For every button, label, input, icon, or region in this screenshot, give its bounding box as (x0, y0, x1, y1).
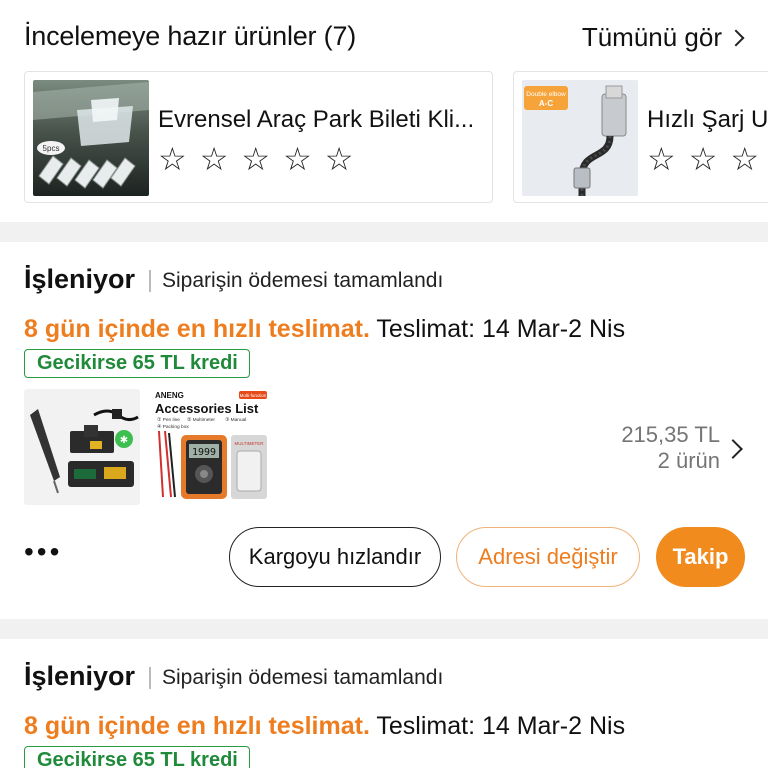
status-separator (149, 270, 151, 292)
accessory-item-1: ① Pen line (157, 417, 180, 423)
late-credit-badge: Gecikirse 65 TL kredi (24, 746, 250, 768)
late-credit-badge: Gecikirse 65 TL kredi (24, 349, 250, 378)
speed-up-shipping-button[interactable]: Kargoyu hızlandır (229, 527, 441, 587)
star-icon[interactable]: ☆ (241, 143, 270, 175)
star-icon[interactable]: ☆ (325, 143, 354, 175)
product-name: Evrensel Araç Park Bileti Kli... (158, 106, 475, 133)
badge-line2: A-C (539, 99, 553, 108)
delivery-info: 8 gün içinde en hızlı teslimat. Teslimat… (24, 712, 625, 741)
see-all-link[interactable]: Tümünü gör (581, 22, 745, 53)
status-separator (149, 667, 151, 689)
star-icon[interactable]: ☆ (158, 143, 187, 175)
accessory-item-2: ② Multimeter (187, 417, 215, 423)
star-icon[interactable]: ☆ (200, 143, 229, 175)
fast-delivery-text: 8 gün içinde en hızlı teslimat. (24, 315, 370, 343)
meter-screen-text: 1999 (192, 447, 216, 458)
order-card[interactable]: İşleniyor Siparişin ödemesi tamamlandı 8… (0, 242, 768, 619)
review-product-card[interactable]: 5pcs Evrensel Araç Park Bileti Kli... ☆ … (24, 71, 493, 203)
order-summary[interactable]: 215,35 TL 2 ürün (621, 422, 720, 474)
star-icon[interactable]: ☆ (730, 143, 759, 175)
order-price: 215,35 TL (621, 422, 720, 447)
order-card[interactable]: İşleniyor Siparişin ödemesi tamamlandı 8… (0, 639, 768, 768)
product-image-parking-clip: 5pcs (33, 80, 149, 196)
accessory-brand: ANENG (155, 391, 184, 400)
change-address-button[interactable]: Adresi değiştir (456, 527, 640, 587)
see-all-label: Tümünü gör (581, 22, 722, 52)
rating-stars[interactable]: ☆ ☆ ☆ ☆ ☆ (158, 143, 353, 175)
star-icon[interactable]: ☆ (647, 143, 676, 175)
delivery-date: Teslimat: 14 Mar-2 Nis (369, 315, 626, 343)
order-status: İşleniyor (24, 661, 136, 691)
section-divider (0, 619, 768, 639)
order-item-count: 2 ürün (657, 448, 720, 473)
product-badge-text: 5pcs (43, 144, 60, 153)
more-options-icon[interactable]: ••• (24, 538, 62, 566)
order-status: İşleniyor (24, 264, 136, 294)
product-name: Hızlı Şarj U (647, 106, 768, 133)
payment-status: Siparişin ödemesi tamamlandı (162, 666, 444, 689)
section-divider (0, 222, 768, 242)
review-section-title: İncelemeye hazır ürünler (7) (24, 21, 357, 51)
delivery-info: 8 gün içinde en hızlı teslimat. Teslimat… (24, 315, 625, 344)
product-image-usb-cable: Double elbow A-C (522, 80, 638, 196)
review-section: İncelemeye hazır ürünler (7) Tümünü gör (0, 0, 768, 222)
track-button[interactable]: Takip (656, 527, 745, 587)
accessory-item-4: ④ Packing box (157, 424, 189, 430)
review-product-card[interactable]: Double elbow A-C Hızlı Şarj U ☆ ☆ ☆ (513, 71, 768, 203)
product-image-multimeter-accessories[interactable]: ANENG Multi-function Accessories List ① … (153, 389, 269, 505)
chevron-right-icon (727, 29, 745, 46)
chevron-right-icon[interactable] (723, 439, 743, 459)
product-image-soldering-iron[interactable]: ✱ (24, 389, 140, 505)
meter-box-label: MULTIMETER (235, 441, 265, 446)
star-icon[interactable]: ☆ (283, 143, 312, 175)
svg-text:✱: ✱ (120, 435, 128, 446)
accessory-title: Accessories List (155, 401, 259, 416)
accessory-item-3: ③ Manual (225, 417, 246, 423)
star-icon[interactable]: ☆ (689, 143, 718, 175)
payment-status: Siparişin ödemesi tamamlandı (162, 269, 444, 292)
fast-delivery-text: 8 gün içinde en hızlı teslimat. (24, 712, 370, 740)
rating-stars[interactable]: ☆ ☆ ☆ (647, 143, 759, 175)
delivery-date: Teslimat: 14 Mar-2 Nis (369, 712, 626, 740)
accessory-tag: Multi-function (240, 393, 267, 398)
badge-line1: Double elbow (526, 91, 566, 98)
